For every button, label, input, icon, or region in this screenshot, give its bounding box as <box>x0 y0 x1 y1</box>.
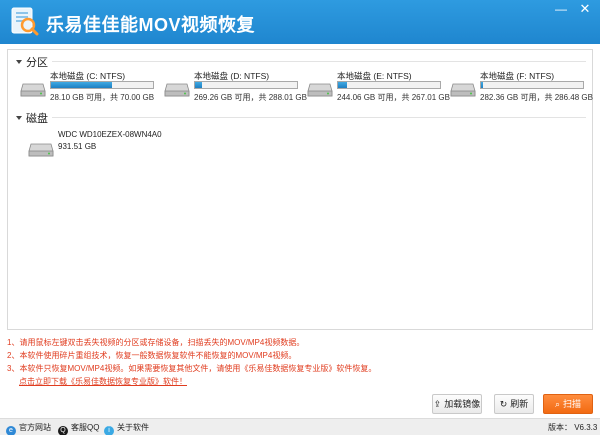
collapse-caret-icon[interactable] <box>16 116 22 120</box>
website-link[interactable]: e 官方网站 <box>6 422 51 435</box>
instruction-line: 2、本软件使用碎片重组技术，恢复一般数据恢复软件不能恢复的MOV/MP4视频。 <box>7 351 297 360</box>
qq-icon: Q <box>58 426 68 435</box>
globe-icon: e <box>6 426 16 435</box>
usage-fill <box>51 82 113 88</box>
drive-f[interactable]: 本地磁盘 (F: NTFS) 282.36 GB 可用，共 286.48 GB <box>450 70 593 106</box>
hard-drive-icon <box>307 83 333 97</box>
device-panel: 分区 本地磁盘 (C: NTFS) 28.10 GB 可用，共 70.00 GB… <box>7 49 593 330</box>
app-logo-icon <box>11 7 39 36</box>
about-label: 关于软件 <box>117 423 149 432</box>
drive-d[interactable]: 本地磁盘 (D: NTFS) 269.26 GB 可用，共 288.01 GB <box>164 70 307 106</box>
instruction-line: 1、请用鼠标左键双击丢失视频的分区或存储设备，扫描丢失的MOV/MP4视频数据。 <box>7 338 305 347</box>
drive-size: 269.26 GB 可用，共 288.01 GB <box>194 93 307 102</box>
disks-section: 磁盘 <box>16 110 586 126</box>
physical-disk[interactable]: WDC WD10EZEX-08WN4A0 931.51 GB <box>28 130 178 170</box>
usage-bar <box>194 81 298 89</box>
hard-drive-icon <box>164 83 190 97</box>
search-icon: ⌕ <box>554 399 561 409</box>
drive-size: 244.06 GB 可用，共 267.01 GB <box>337 93 450 102</box>
disks-label: 磁盘 <box>26 113 48 125</box>
about-link[interactable]: i 关于软件 <box>104 422 149 435</box>
disk-name: WDC WD10EZEX-08WN4A0 <box>58 130 162 139</box>
support-qq-link[interactable]: Q 客服QQ <box>58 422 99 435</box>
info-icon: i <box>104 426 114 435</box>
version-label: 版本： V6.3.3 <box>548 423 598 432</box>
minimize-icon: — <box>555 2 567 16</box>
mount-image-label: 加载镜像 <box>444 399 481 409</box>
upload-icon: ⇪ <box>433 399 442 409</box>
minimize-button[interactable]: — <box>552 1 570 17</box>
instruction-line: 3、本软件只恢复MOV/MP4视频。如果需要恢复其他文件，请使用《乐易佳数据恢复… <box>7 364 377 373</box>
mount-image-button[interactable]: ⇪ 加载镜像 <box>432 394 482 414</box>
close-button[interactable]: ✕ <box>576 1 594 17</box>
support-qq-label: 客服QQ <box>71 423 100 432</box>
refresh-icon: ↻ <box>499 399 508 409</box>
usage-fill <box>338 82 348 88</box>
instructions: 1、请用鼠标左键双击丢失视频的分区或存储设备，扫描丢失的MOV/MP4视频数据。… <box>7 336 593 388</box>
disk-size: 931.51 GB <box>58 142 97 151</box>
title-bar: 乐易佳佳能MOV视频恢复 — ✕ <box>0 0 600 44</box>
usage-bar <box>480 81 584 89</box>
usage-bar <box>50 81 154 89</box>
scan-label: 扫描 <box>563 399 582 409</box>
refresh-label: 刷新 <box>510 399 529 409</box>
app-title: 乐易佳佳能MOV视频恢复 <box>46 15 256 35</box>
status-bar: e 官方网站 Q 客服QQ i 关于软件 版本： V6.3.3 <box>0 418 600 435</box>
close-icon: ✕ <box>579 1 591 16</box>
collapse-caret-icon[interactable] <box>16 60 22 64</box>
usage-bar <box>337 81 441 89</box>
scan-button[interactable]: ⌕ 扫描 <box>543 394 593 414</box>
hard-drive-icon <box>20 83 46 97</box>
drive-e[interactable]: 本地磁盘 (E: NTFS) 244.06 GB 可用，共 267.01 GB <box>307 70 450 106</box>
usage-fill <box>195 82 203 88</box>
usage-fill <box>481 82 484 88</box>
section-divider <box>52 61 586 62</box>
refresh-button[interactable]: ↻ 刷新 <box>494 394 534 414</box>
download-pro-link[interactable]: 点击立即下载《乐易佳数据恢复专业版》软件！ <box>19 375 593 388</box>
partitions-section: 分区 <box>16 54 586 70</box>
drive-c[interactable]: 本地磁盘 (C: NTFS) 28.10 GB 可用，共 70.00 GB <box>20 70 160 106</box>
drive-size: 28.10 GB 可用，共 70.00 GB <box>50 93 155 102</box>
hard-drive-icon <box>450 83 476 97</box>
section-divider <box>52 117 586 118</box>
drive-size: 282.36 GB 可用，共 286.48 GB <box>480 93 593 102</box>
hard-drive-icon <box>28 143 54 157</box>
website-label: 官方网站 <box>19 423 51 432</box>
partitions-label: 分区 <box>26 57 48 69</box>
